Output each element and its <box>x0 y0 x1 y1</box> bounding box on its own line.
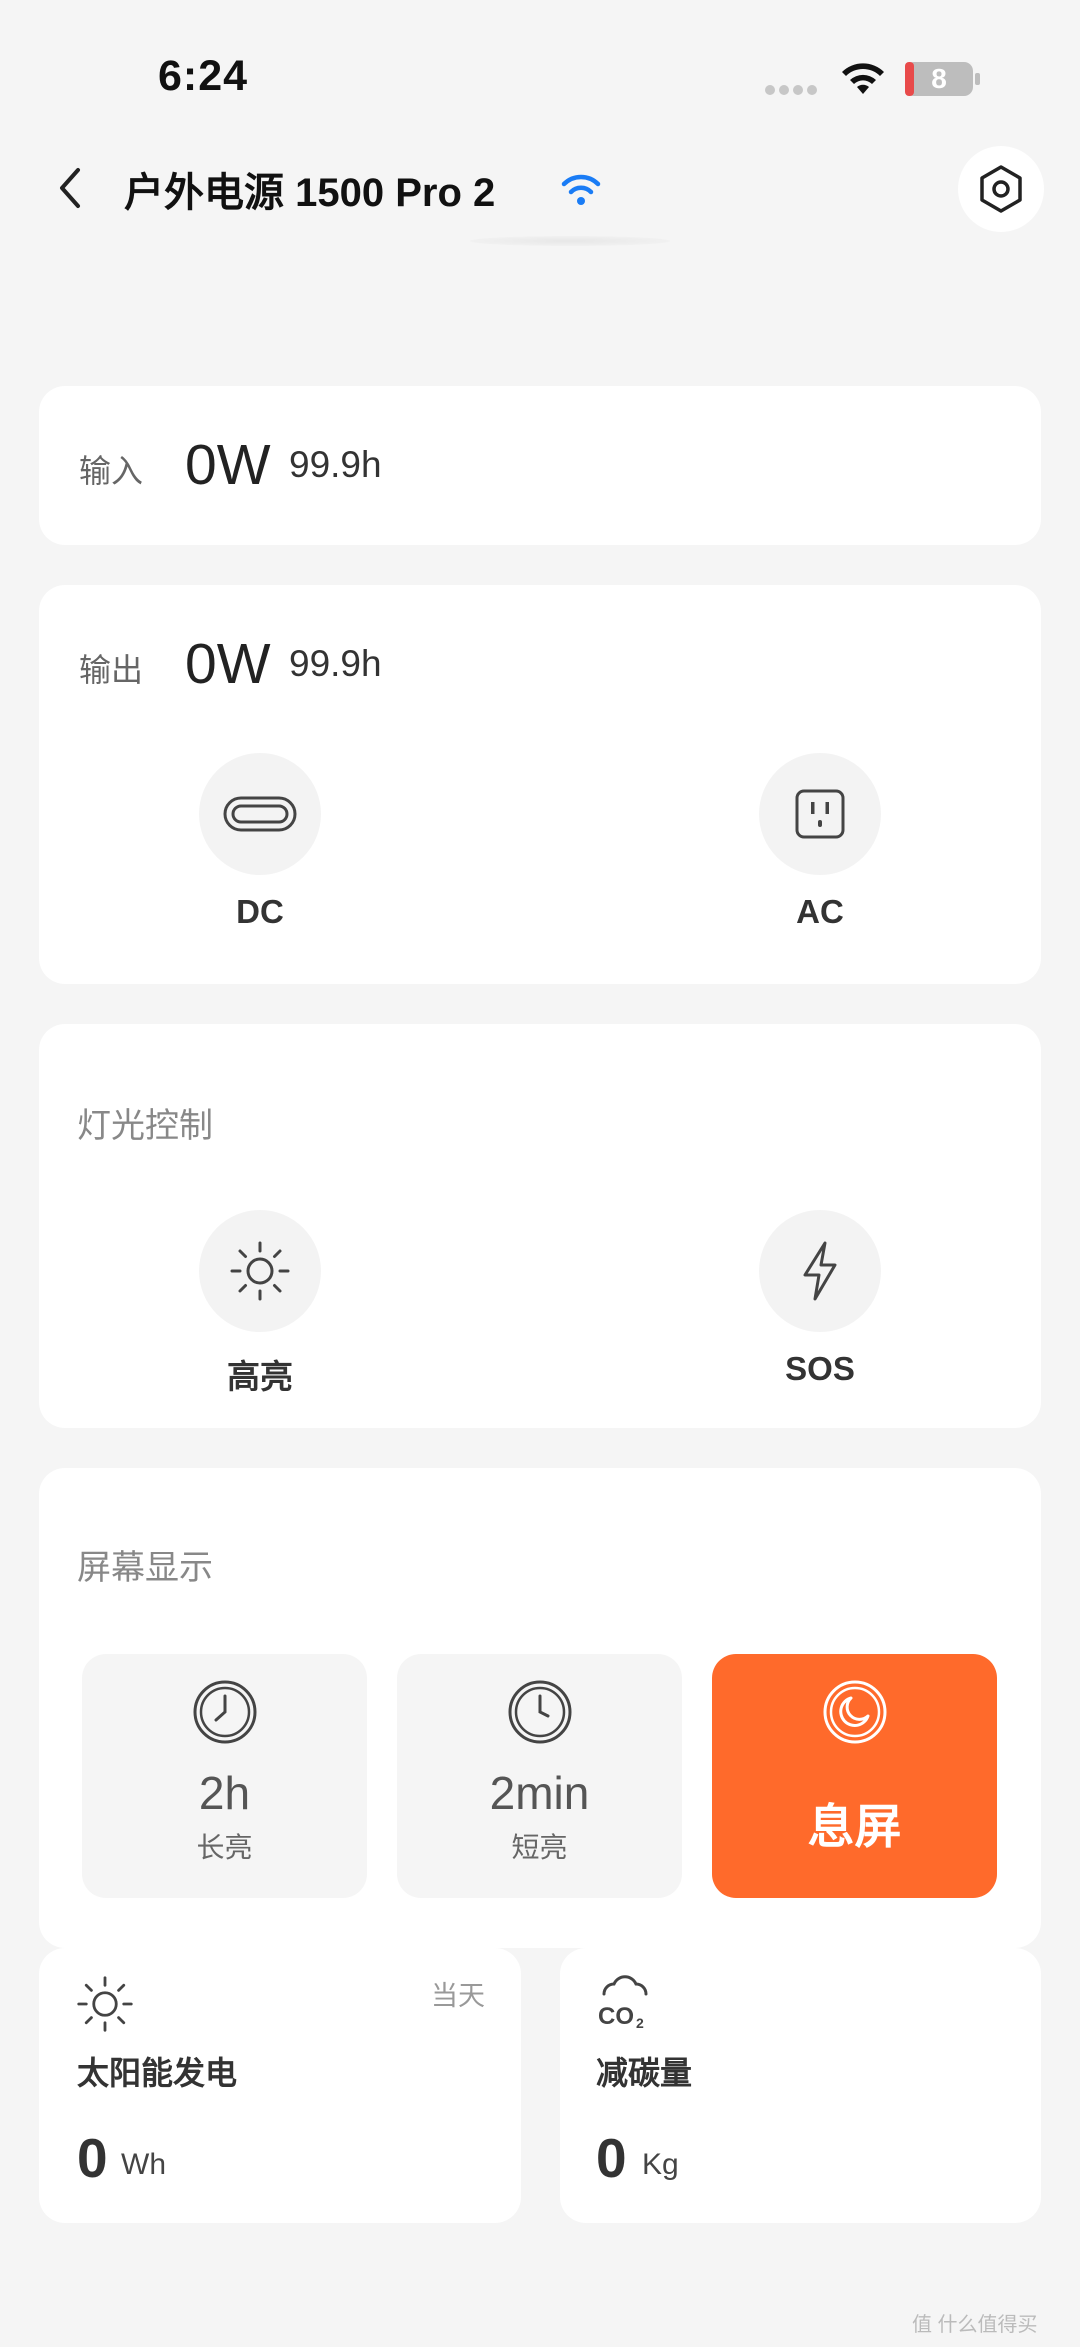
light-section-title: 灯光控制 <box>77 1107 213 1145</box>
ac-outlet-icon <box>795 789 845 839</box>
option-2h-label: 长亮 <box>196 1832 253 1863</box>
settings-button[interactable] <box>958 146 1044 232</box>
ac-port-button[interactable] <box>759 753 881 875</box>
light-high-label: 高亮 <box>227 1358 293 1395</box>
battery-icon: 8 <box>904 61 982 97</box>
solar-unit: Wh <box>121 2148 166 2181</box>
input-label: 输入 <box>79 453 144 489</box>
output-hours: 99.9h <box>289 643 382 684</box>
screen-option-2min[interactable]: 2min 短亮 <box>397 1654 682 1898</box>
sun-icon <box>77 1976 133 2032</box>
dc-port-button[interactable] <box>199 753 321 875</box>
usb-c-port-icon <box>223 796 297 832</box>
option-2min-label: 短亮 <box>511 1832 568 1863</box>
screen-option-2h[interactable]: 2h 长亮 <box>82 1654 367 1898</box>
signal-dots-icon <box>765 85 817 95</box>
input-card: 输入 0W 99.9h <box>39 386 1041 545</box>
svg-text:CO: CO <box>598 2003 634 2030</box>
sun-icon <box>230 1241 290 1301</box>
co2-cloud-icon: CO 2 <box>598 1975 648 2031</box>
wifi-icon <box>842 63 884 94</box>
wifi-icon <box>561 174 601 205</box>
ac-label: AC <box>796 893 844 930</box>
watermark: 值 什么值得买 <box>912 2314 1038 2336</box>
status-time: 6:24 <box>158 52 249 100</box>
svg-text:2: 2 <box>636 2015 644 2031</box>
page-title: 户外电源 1500 Pro 2 <box>124 171 496 215</box>
light-high-button[interactable] <box>199 1210 321 1332</box>
option-2h-value: 2h <box>198 1767 251 1819</box>
light-sos-label: SOS <box>785 1350 855 1387</box>
clock-icon <box>508 1680 571 1744</box>
output-power: 0W <box>185 632 271 696</box>
clock-icon <box>193 1680 256 1744</box>
lightning-icon <box>803 1241 837 1301</box>
screen-option-off[interactable]: 息屏 <box>712 1654 997 1898</box>
back-chevron-icon[interactable] <box>50 160 90 216</box>
battery-level: 8 <box>931 63 947 94</box>
option-2min-value: 2min <box>489 1767 590 1819</box>
dc-label: DC <box>236 893 284 930</box>
co2-unit: Kg <box>642 2148 679 2181</box>
input-hours: 99.9h <box>289 444 382 485</box>
light-sos-button[interactable] <box>759 1210 881 1332</box>
settings-hexagon-icon <box>980 165 1022 213</box>
screen-section-title: 屏幕显示 <box>77 1549 213 1587</box>
co2-card: CO 2 减碳量 0 Kg <box>560 1948 1041 2223</box>
title-shadow <box>470 236 670 246</box>
option-off-label: 息屏 <box>807 1800 902 1853</box>
solar-title: 太阳能发电 <box>77 2055 238 2091</box>
co2-value: 0 <box>596 2127 627 2189</box>
solar-card: 当天 太阳能发电 0 Wh <box>39 1948 521 2223</box>
input-power: 0W <box>185 433 271 497</box>
output-label: 输出 <box>79 652 144 688</box>
solar-period-badge: 当天 <box>431 1981 485 2011</box>
output-card: 输出 0W 99.9h DC AC <box>39 585 1041 984</box>
light-control-card: 灯光控制 高亮 SOS <box>39 1024 1041 1428</box>
co2-title: 减碳量 <box>596 2055 693 2091</box>
solar-value: 0 <box>77 2127 108 2189</box>
moon-icon <box>823 1680 886 1744</box>
